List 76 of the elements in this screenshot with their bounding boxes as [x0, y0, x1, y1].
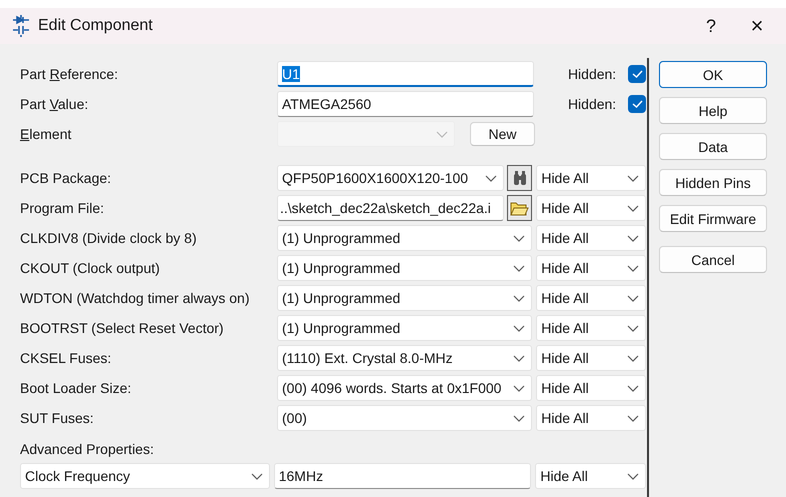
dropdown[interactable]: (1) Unprogrammed [277, 255, 532, 281]
chevron-icon [436, 130, 448, 138]
chevron-icon [627, 264, 639, 272]
dropdown[interactable]: Hide All [536, 405, 646, 431]
dropdown[interactable]: (00) 4096 words. Starts at 0x1F000 [277, 375, 532, 401]
binoculars-icon [512, 171, 528, 185]
cancel-button[interactable]: Cancel [659, 246, 767, 273]
checkbox-label: Hidden: [568, 96, 616, 112]
text-field[interactable]: ..\sketch_dec22a\sketch_dec22a.i [277, 195, 504, 221]
field-label: Program File: [20, 200, 106, 216]
checkbox[interactable] [628, 65, 646, 83]
field-label: Part Reference: [20, 66, 120, 82]
dialog-button[interactable]: OK [659, 61, 767, 88]
dropdown[interactable]: (1) Unprogrammed [277, 315, 532, 341]
chevron-icon [513, 324, 526, 332]
field-label: WDTON (Watchdog timer always on) [20, 290, 250, 306]
chevron-icon [513, 414, 526, 422]
chevron-icon [627, 294, 639, 302]
dropdown[interactable]: (1110) Ext. Crystal 8.0-MHz [277, 345, 532, 371]
dropdown[interactable]: (00) [277, 405, 532, 431]
dropdown[interactable]: (1) Unprogrammed [277, 285, 532, 311]
dialog-button[interactable]: Edit Firmware [659, 205, 767, 232]
field-label: Part Value: [20, 96, 90, 112]
chevron-icon [627, 174, 639, 182]
dialog-button[interactable]: Data [659, 133, 767, 160]
dropdown[interactable]: Hide All [536, 195, 646, 221]
field-label: SUT Fuses: [20, 410, 95, 426]
search-button[interactable] [506, 165, 532, 191]
chevron-icon [513, 294, 526, 302]
dropdown[interactable]: Hide All [536, 165, 646, 191]
window-title: Edit Component [38, 17, 154, 35]
dropdown[interactable]: Hide All [536, 345, 646, 371]
dropdown[interactable]: Hide All [536, 225, 646, 251]
dialog-button[interactable]: Help [659, 97, 767, 124]
chevron-icon [513, 354, 526, 362]
help-button[interactable]: ? [688, 8, 734, 44]
component-icon [12, 15, 30, 37]
checkmark-icon [632, 99, 643, 109]
checkmark-icon [632, 69, 643, 79]
dropdown[interactable]: Hide All [536, 315, 646, 341]
section-heading: Advanced Properties: [20, 440, 155, 459]
dropdown[interactable]: Hide All [535, 463, 646, 489]
chevron-icon [484, 174, 497, 182]
dropdown[interactable]: Clock Frequency [20, 463, 270, 489]
chevron-icon [627, 384, 639, 392]
dropdown[interactable]: Hide All [536, 285, 646, 311]
text-field[interactable]: 16MHz [274, 463, 532, 489]
chevron-icon [513, 234, 526, 242]
dropdown[interactable]: Hide All [536, 255, 646, 281]
chevron-icon [626, 204, 639, 212]
folder-icon [510, 200, 530, 216]
chevron-icon [513, 384, 526, 392]
chevron-icon [627, 472, 639, 480]
chevron-icon [627, 324, 639, 332]
field-label: CKSEL Fuses: [20, 350, 112, 366]
checkbox-label: Hidden: [568, 66, 616, 82]
dropdown[interactable]: Hide All [536, 375, 646, 401]
chevron-icon [627, 354, 639, 362]
text-field[interactable]: U1 [277, 61, 534, 87]
field-label: PCB Package: [20, 170, 112, 186]
chevron-icon [627, 414, 639, 422]
dropdown[interactable]: QFP50P1600X1600X120-100 [277, 165, 504, 191]
text-field[interactable]: ATMEGA2560 [277, 91, 534, 117]
dialog-button[interactable]: Hidden Pins [659, 169, 767, 196]
chevron-icon [250, 472, 263, 480]
field-label: Element [20, 126, 72, 142]
browse-button[interactable] [506, 195, 532, 221]
close-button[interactable]: × [734, 8, 780, 44]
chevron-icon [513, 264, 526, 272]
field-label: BOOTRST (Select Reset Vector) [20, 320, 225, 336]
field-label: Boot Loader Size: [20, 380, 132, 396]
checkbox[interactable] [628, 95, 646, 113]
field-label: CKOUT (Clock output) [20, 260, 161, 276]
field-label: CLKDIV8 (Divide clock by 8) [20, 230, 198, 246]
chevron-icon [627, 234, 639, 242]
dropdown[interactable]: (1) Unprogrammed [277, 225, 532, 251]
